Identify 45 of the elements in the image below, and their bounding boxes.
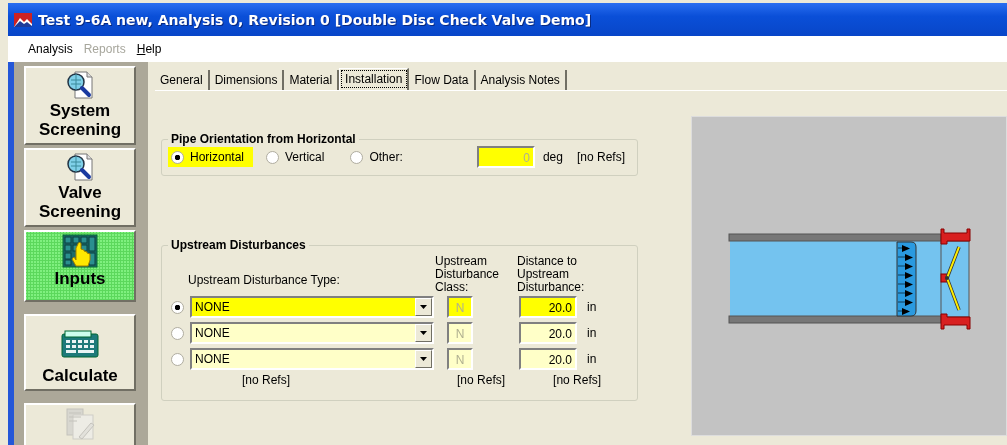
radio-option[interactable]: Other: xyxy=(347,147,412,167)
dropdown[interactable]: NONE xyxy=(190,322,434,344)
sidebar-button[interactable]: Calculate xyxy=(24,314,136,391)
radio-button[interactable] xyxy=(171,352,184,366)
magnifier-document-icon xyxy=(65,70,95,100)
report-pen-icon xyxy=(63,407,97,441)
unit-label: deg xyxy=(542,150,563,164)
dropdown-arrow-button[interactable] xyxy=(415,350,432,368)
column-header: Upstream Disturbance Class: xyxy=(435,255,501,294)
app-logo-icon xyxy=(14,12,32,27)
calculator-icon xyxy=(61,330,99,358)
radio-option[interactable]: Vertical xyxy=(263,147,334,167)
column-header: Upstream Disturbance Type: xyxy=(188,274,341,287)
distance-field[interactable]: 20.0 xyxy=(519,348,577,370)
unit-label: in xyxy=(587,326,597,340)
unit-label: in xyxy=(587,300,597,314)
menu-item[interactable]: Analysis xyxy=(28,42,73,56)
sidebar-button[interactable]: Valve Screening xyxy=(24,148,136,227)
distance-field[interactable]: 20.0 xyxy=(519,296,577,318)
group-title: Pipe Orientation from Horizontal xyxy=(170,132,357,146)
distance-field[interactable]: 20.0 xyxy=(519,322,577,344)
radio-button[interactable] xyxy=(171,300,184,314)
radio-button[interactable] xyxy=(171,326,184,340)
refs-label: [no Refs] xyxy=(553,373,602,387)
tab[interactable]: Installation xyxy=(339,68,410,90)
refs-label: [no Refs] xyxy=(457,373,506,387)
dropdown[interactable]: NONE xyxy=(190,296,434,318)
refs-label: [no Refs] xyxy=(576,150,625,164)
dropdown-arrow-button[interactable] xyxy=(415,324,432,342)
caret-icon xyxy=(420,305,427,309)
group-title: Upstream Disturbances xyxy=(170,238,307,252)
caret-icon xyxy=(420,331,427,335)
caret-icon xyxy=(420,357,427,361)
menu-item[interactable]: Help xyxy=(136,42,162,56)
keypad-hand-icon xyxy=(62,234,98,268)
column-header: Distance to Upstream Disturbance: xyxy=(517,255,586,294)
radio-option[interactable]: Horizontal xyxy=(168,147,254,167)
sidebar-button[interactable]: System Screening xyxy=(24,66,136,145)
window-title: Test 9-6A new, Analysis 0, Revision 0 [Double Disc Check Valve Demo] xyxy=(38,11,592,28)
refs-label: [no Refs] xyxy=(242,373,291,387)
dropdown-arrow-button[interactable] xyxy=(415,298,432,316)
unit-label: in xyxy=(587,352,597,366)
magnifier-document-icon xyxy=(65,152,95,182)
dropdown[interactable]: NONE xyxy=(190,348,434,370)
sidebar-button[interactable]: Inputs xyxy=(24,230,136,302)
